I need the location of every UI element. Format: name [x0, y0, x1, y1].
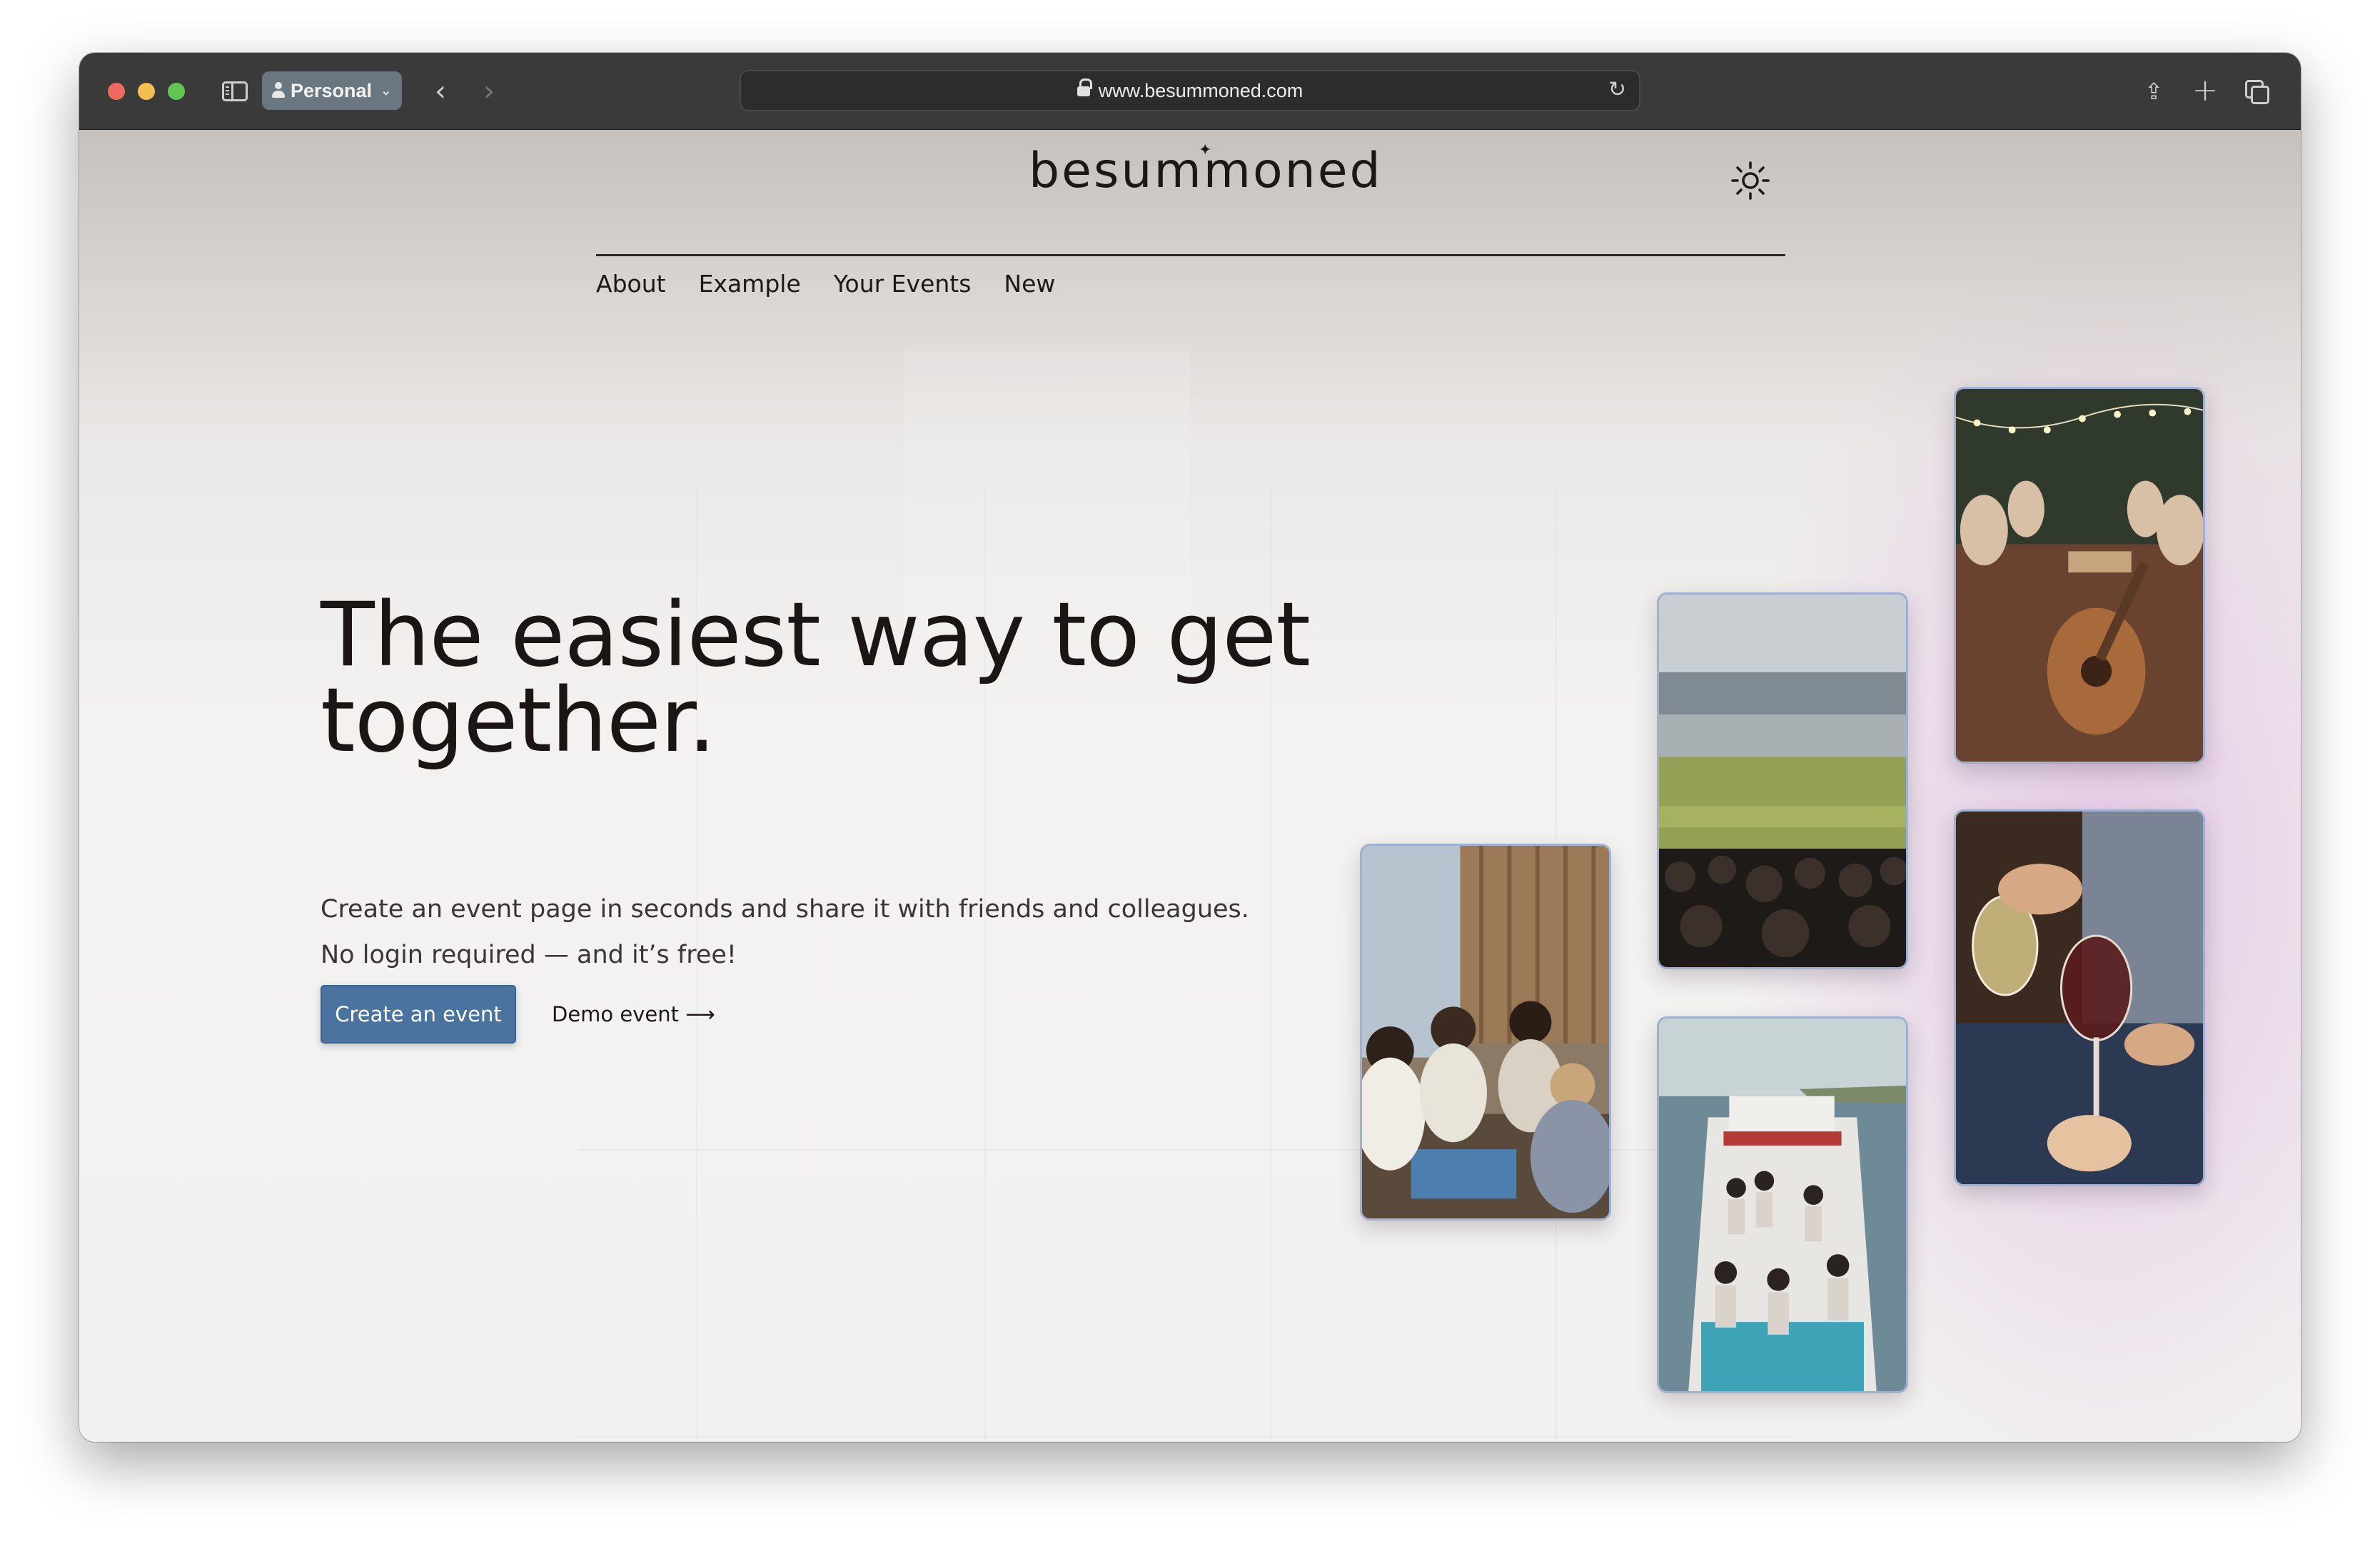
new-tab-plus-icon[interactable]: +: [2189, 70, 2221, 110]
sun-icon[interactable]: [1731, 161, 1770, 200]
back-arrow-icon[interactable]: ‹: [425, 71, 456, 111]
photo-wine-toast: [1954, 809, 2205, 1186]
sidebar-icon[interactable]: [219, 77, 251, 106]
hero-subtitle: Create an event page in seconds and shar…: [321, 886, 1391, 978]
demo-event-link[interactable]: Demo event ⟶: [552, 985, 715, 1044]
minimize-window-button[interactable]: [138, 83, 155, 100]
nav-about[interactable]: About: [596, 270, 666, 298]
tab-overview-icon[interactable]: [2242, 77, 2274, 108]
hero-title-line: The easiest way to get: [321, 584, 1311, 687]
lock-icon: [1076, 79, 1092, 100]
create-event-button[interactable]: Create an event: [321, 985, 516, 1044]
address-bar[interactable]: www.besummoned.com ↻: [740, 70, 1640, 111]
hero-title-line: together.: [321, 670, 716, 772]
share-icon[interactable]: ⇪: [2138, 73, 2169, 110]
profile-button[interactable]: Personal ⌄: [262, 71, 402, 110]
nav-new[interactable]: New: [1004, 270, 1055, 298]
nav-your-events[interactable]: Your Events: [834, 270, 972, 298]
site-logo[interactable]: besummoned: [1029, 143, 1381, 199]
forward-arrow-icon[interactable]: ›: [473, 71, 505, 111]
main-nav: About Example Your Events New: [596, 270, 1055, 298]
profile-label: Personal: [291, 79, 373, 101]
nav-example[interactable]: Example: [699, 270, 801, 298]
person-icon: [272, 82, 285, 99]
chevron-down-icon: ⌄: [380, 83, 392, 98]
url-text: www.besummoned.com: [1098, 79, 1304, 101]
background-grid-line: [579, 1436, 1792, 1438]
browser-toolbar: Personal ⌄ ‹ › www.besummoned.com ↻ ⇪ +: [79, 53, 2301, 130]
logo-crown-icon: ✦: [1199, 141, 1212, 159]
close-window-button[interactable]: [108, 83, 125, 100]
reload-icon[interactable]: ↻: [1608, 77, 1626, 102]
photo-stadium-crowd: [1657, 592, 1908, 969]
hero-subtitle-line: Create an event page in seconds and shar…: [321, 895, 1249, 924]
header-divider: [596, 254, 1785, 256]
maximize-window-button[interactable]: [168, 83, 185, 100]
photo-friends-on-boat: [1657, 1016, 1908, 1393]
photo-friends-playing-cards: [1360, 844, 1611, 1221]
web-page: besummoned ✦ About Example Your Events N…: [79, 130, 2301, 1442]
hero-title: The easiest way to get together.: [321, 584, 1320, 772]
photo-outdoor-dinner: [1954, 387, 2205, 764]
browser-window: Personal ⌄ ‹ › www.besummoned.com ↻ ⇪ + …: [79, 53, 2301, 1442]
hero-subtitle-line: No login required — and it’s free!: [321, 941, 737, 969]
